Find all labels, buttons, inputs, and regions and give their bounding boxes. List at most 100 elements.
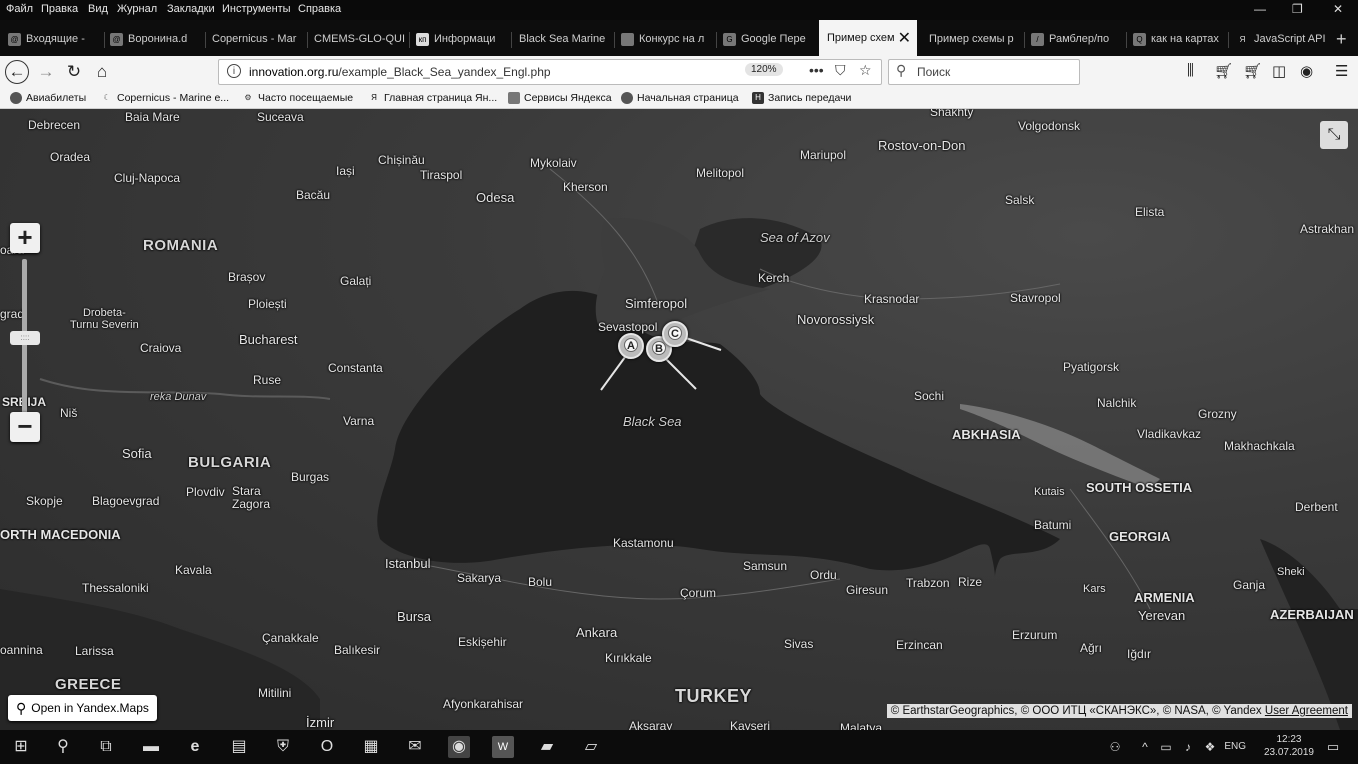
cart-icon-2[interactable]: 🛒︎ [1243,62,1262,80]
menu-help[interactable]: Справка [298,3,341,15]
volume-icon[interactable]: ♪ [1177,736,1199,758]
label-chisinau: Chișinău [378,153,425,167]
firefox-icon[interactable]: ◉ [448,736,470,758]
back-button[interactable]: ← [5,60,29,84]
restore-icon[interactable]: ❐ [1292,2,1303,16]
task-view-icon[interactable]: ⧉ [95,736,117,758]
bookmark-recording[interactable]: H Запись передачи [752,92,851,104]
fullscreen-button[interactable]: ⤡ [1320,121,1348,149]
more-actions-icon[interactable]: ••• [809,62,824,78]
people-icon[interactable]: ⚇ [1104,736,1126,758]
tab-10[interactable]: Пример схемы р [929,24,1021,54]
edge-icon[interactable]: e [184,736,206,758]
notes-icon[interactable]: ▰ [536,736,558,758]
sidebar-icon[interactable]: ◫ [1272,62,1286,80]
tab-11[interactable]: / Рамблер/по [1031,24,1123,54]
label-krasnodar: Krasnodar [864,292,920,306]
menu-tools[interactable]: Инструменты [222,3,291,15]
label-suceava: Suceava [257,110,304,124]
tab-6[interactable]: Black Sea Marine [519,24,611,54]
open-in-yandex-maps-button[interactable]: ⚲ Open in Yandex.Maps [8,695,157,721]
hamburger-menu-icon[interactable]: ☰ [1335,62,1348,80]
label-azerbaijan: AZERBAIJAN [1270,607,1354,622]
search-icon[interactable]: ⚲ [52,736,74,758]
network-icon[interactable]: ▭ [1155,736,1177,758]
tab-1[interactable]: @ Входящие - [8,24,100,54]
label-nalchik: Nalchik [1097,396,1137,410]
new-tab-button[interactable]: + [1336,24,1356,54]
archive-icon[interactable]: ▤ [228,736,250,758]
map-viewport[interactable]: Debrecen Baia Mare Suceava Oradea Cluj-N… [0,109,1358,730]
label-makhachkala: Makhachkala [1224,439,1295,453]
pocket-icon[interactable]: ⛉ [835,62,846,79]
zoom-out-button[interactable]: − [10,412,40,442]
tab-label: Входящие - [26,33,85,45]
opera-icon[interactable]: O [316,736,338,758]
url-text[interactable]: innovation.org.ru/example_Black_Sea_yand… [249,65,551,79]
file-explorer-icon[interactable]: ▬ [140,736,162,758]
close-window-icon[interactable]: ✕ [1333,2,1343,16]
label-grozny: Grozny [1198,407,1237,421]
url-bar[interactable]: i innovation.org.ru/example_Black_Sea_ya… [218,59,882,85]
tab-7[interactable]: Конкурс на л [621,24,713,54]
tab-label: Информаци [434,33,496,45]
zoom-level[interactable]: 120% [745,63,783,76]
mail-icon[interactable]: ✉ [404,736,426,758]
menu-file[interactable]: Файл [6,3,33,15]
chevron-up-icon[interactable]: ^ [1134,736,1156,758]
bookmark-frequent[interactable]: ⚙ Часто посещаемые [242,92,353,104]
bookmark-start-page[interactable]: Начальная страница [621,92,739,104]
forward-button[interactable]: → [34,60,58,84]
bookmark-yandex-home[interactable]: Я Главная страница Ян... [368,92,497,104]
reload-icon: ↻ [66,62,82,81]
zoom-in-button[interactable]: + [10,223,40,253]
label-north-macedonia: ORTH MACEDONIA [0,527,121,542]
minimize-icon[interactable]: — [1254,2,1266,16]
label-yerevan: Yerevan [1138,608,1186,623]
menu-view[interactable]: Вид [88,3,108,15]
tab-5[interactable]: кп Информаци [416,24,508,54]
tab-label: Воронина.d [128,33,188,45]
tab-2[interactable]: @ Воронина.d [110,24,202,54]
tab-8[interactable]: G Google Пере [723,24,815,54]
label-igdir: Iğdır [1127,647,1152,661]
account-icon[interactable]: ◉ [1300,62,1313,80]
tab-12[interactable]: Qкак на картах [1133,24,1225,54]
notifications-icon[interactable]: ▭ [1322,736,1344,758]
close-tab-icon[interactable]: ✕ [898,28,911,48]
menu-history[interactable]: Журнал [117,3,157,15]
tab-3[interactable]: Copernicus - Mar [212,24,304,54]
user-agreement-link[interactable]: User Agreement [1265,705,1348,717]
calculator-icon[interactable]: ▦ [360,736,382,758]
menu-bookmarks[interactable]: Закладки [167,3,215,15]
search-box[interactable]: ⚲ Поиск [888,59,1080,85]
library-icon[interactable]: ⫼ [1187,62,1194,79]
home-button[interactable]: ⌂ [90,60,114,84]
label-novorossiysk: Novorossiysk [797,312,875,327]
star-icon[interactable]: ☆ [859,62,872,79]
menu-edit[interactable]: Правка [41,3,78,15]
windows-start-icon[interactable]: ⊞ [10,736,32,758]
tab-13[interactable]: Я JavaScript API [1236,24,1328,54]
bookmark-yandex-services[interactable]: Сервисы Яндекса [508,92,612,104]
system-clock[interactable]: 12:23 23.07.2019 [1264,733,1314,759]
label-stavropol: Stavropol [1010,291,1061,305]
document-icon[interactable]: ▱ [580,736,602,758]
bookmark-copernicus[interactable]: ☾ Copernicus - Marine e... [101,92,229,104]
tab-9-active[interactable]: Пример схем ✕ [819,20,917,56]
tab-4[interactable]: CMEMS-GLO-QUI [314,24,406,54]
label-balikesir: Balıkesir [334,643,381,657]
tab-label: CMEMS-GLO-QUI [314,33,406,45]
dropbox-icon[interactable]: ❖ [1199,736,1221,758]
info-icon[interactable]: i [227,64,241,78]
cart-icon[interactable]: 🛒︎ [1214,62,1233,80]
label-baia-mare: Baia Mare [125,110,180,124]
reload-button[interactable]: ↻ [62,60,86,84]
word-icon[interactable]: W [492,736,514,758]
language-indicator[interactable]: ENG [1224,741,1246,752]
bookmark-aviabilety[interactable]: Авиабилеты [10,92,86,104]
marker-c[interactable]: C [662,321,688,347]
shield-icon[interactable]: ⛨ [272,736,294,758]
zoom-slider-handle[interactable]: :::: [10,331,40,345]
marker-a[interactable]: A [618,333,644,359]
